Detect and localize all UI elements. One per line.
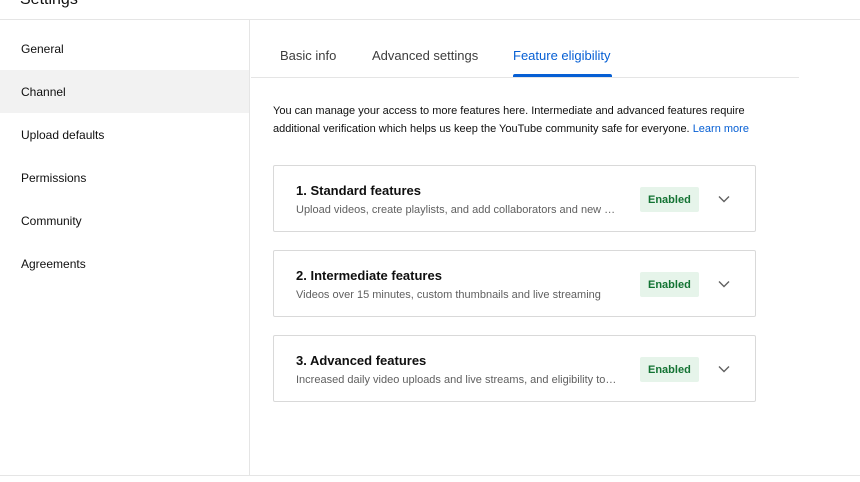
feature-card-intermediate[interactable]: 2. Intermediate features Videos over 15 … — [273, 250, 756, 317]
feature-description: Videos over 15 minutes, custom thumbnail… — [296, 289, 601, 301]
page-header: Settings — [0, 0, 860, 20]
feature-card-advanced[interactable]: 3. Advanced features Increased daily vid… — [273, 335, 756, 402]
channel-settings-panel: Basic info Advanced settings Feature eli… — [251, 20, 860, 475]
feature-description: Upload videos, create playlists, and add… — [296, 204, 616, 216]
feature-card-standard[interactable]: 1. Standard features Upload videos, crea… — [273, 165, 756, 232]
settings-sidebar: General Channel Upload defaults Permissi… — [0, 20, 250, 475]
sidebar-item-general[interactable]: General — [0, 27, 249, 70]
sidebar-item-community[interactable]: Community — [0, 199, 249, 242]
learn-more-link[interactable]: Learn more — [693, 123, 749, 135]
feature-title: 3. Advanced features — [296, 353, 427, 368]
status-badge: Enabled — [640, 187, 699, 212]
chevron-down-icon[interactable] — [716, 191, 732, 207]
sidebar-item-permissions[interactable]: Permissions — [0, 156, 249, 199]
page-title: Settings — [20, 0, 78, 9]
sidebar-item-agreements[interactable]: Agreements — [0, 242, 249, 285]
feature-title: 2. Intermediate features — [296, 268, 442, 283]
sidebar-item-label: Community — [21, 213, 82, 228]
sidebar-item-label: Agreements — [21, 256, 86, 271]
tab-basic-info[interactable]: Basic info — [280, 48, 336, 63]
sidebar-item-label: Permissions — [21, 170, 87, 185]
sidebar-item-label: Upload defaults — [21, 127, 105, 142]
status-badge: Enabled — [640, 357, 699, 382]
chevron-down-icon[interactable] — [716, 276, 732, 292]
active-tab-indicator — [513, 74, 612, 77]
feature-title: 1. Standard features — [296, 183, 421, 198]
chevron-down-icon[interactable] — [716, 361, 732, 377]
feature-description: Increased daily video uploads and live s… — [296, 374, 617, 386]
footer-divider — [0, 475, 860, 476]
intro-text: You can manage your access to more featu… — [273, 105, 745, 135]
sidebar-item-label: General — [21, 41, 64, 56]
sidebar-item-label: Channel — [21, 84, 66, 99]
feature-eligibility-intro: You can manage your access to more featu… — [273, 102, 773, 138]
tab-advanced-settings[interactable]: Advanced settings — [372, 48, 478, 63]
sidebar-item-channel[interactable]: Channel — [0, 70, 249, 113]
tab-feature-eligibility[interactable]: Feature eligibility — [513, 48, 611, 63]
status-badge: Enabled — [640, 272, 699, 297]
tab-bar: Basic info Advanced settings Feature eli… — [251, 20, 799, 78]
sidebar-item-upload-defaults[interactable]: Upload defaults — [0, 113, 249, 156]
